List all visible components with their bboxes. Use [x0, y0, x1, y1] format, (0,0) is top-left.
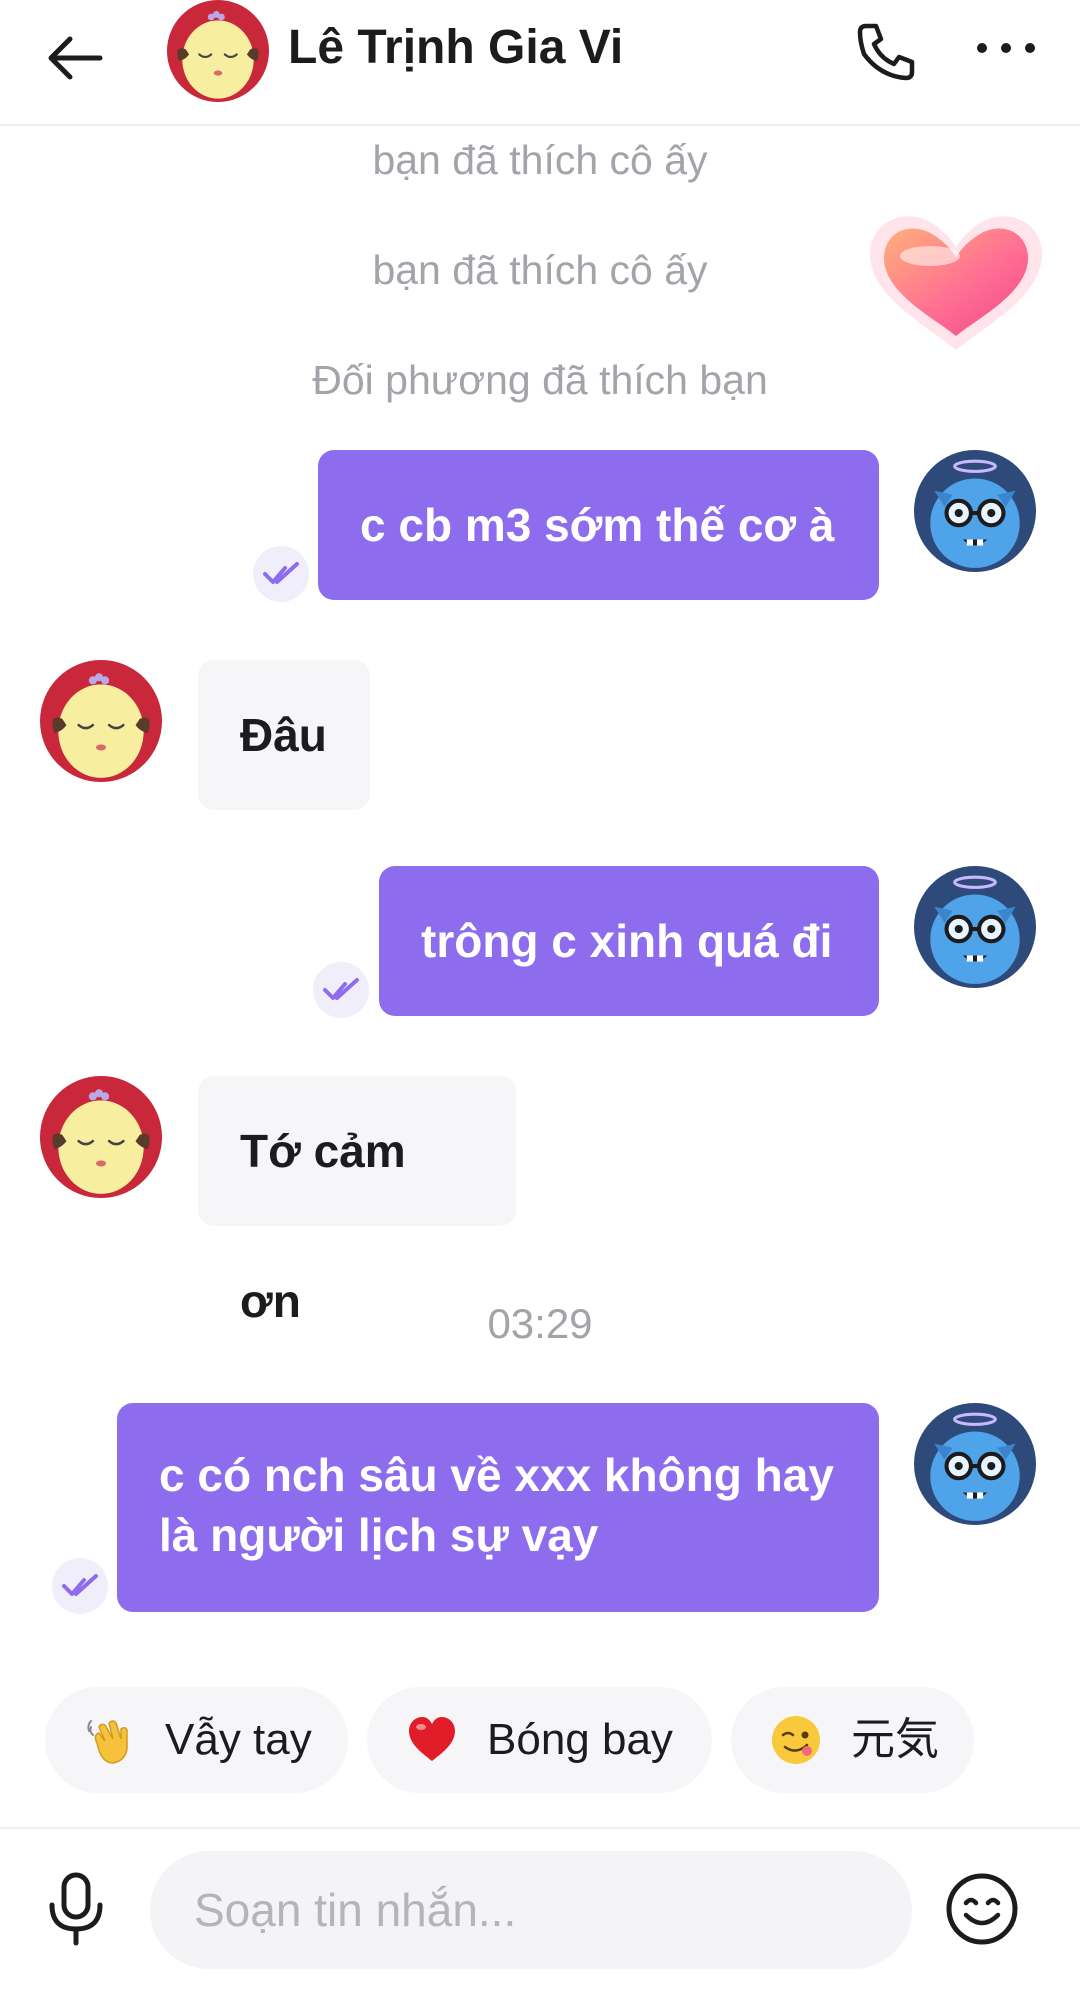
quick-reply-label: 元気: [851, 1715, 939, 1764]
more-options-button[interactable]: [970, 16, 1042, 88]
message-bubble-outgoing[interactable]: trông c xinh quá đi: [379, 866, 879, 1016]
my-avatar[interactable]: [914, 1403, 1036, 1525]
phone-icon: [857, 23, 915, 81]
my-avatar[interactable]: [914, 866, 1036, 988]
emoji-button[interactable]: [944, 1871, 1020, 1947]
message-bubble-incoming[interactable]: Tớ cảm ơn: [198, 1076, 516, 1327]
contact-name[interactable]: Lê Trịnh Gia Vi: [288, 18, 623, 78]
contact-avatar[interactable]: [40, 1076, 162, 1198]
read-receipt-icon: [313, 962, 369, 1018]
system-notice: Đối phương đã thích bạn: [312, 357, 768, 403]
call-button[interactable]: [850, 16, 922, 88]
message-input[interactable]: [150, 1851, 912, 1969]
quick-reply-label: Vẫy tay: [165, 1715, 312, 1764]
system-notice: bạn đã thích cô ấy: [372, 137, 708, 183]
waving-hand-icon: [83, 1713, 137, 1767]
contact-avatar[interactable]: [167, 0, 269, 102]
back-button[interactable]: [40, 22, 112, 94]
message-text: c cb m3 sớm thế cơ à: [360, 499, 835, 551]
voice-message-button[interactable]: [40, 1869, 112, 1949]
heart-icon: [869, 216, 1043, 350]
winking-face-icon: [769, 1713, 823, 1767]
quick-reply-chip[interactable]: Bóng bay: [367, 1687, 712, 1793]
contact-avatar[interactable]: [40, 660, 162, 782]
quick-reply-label: Bóng bay: [487, 1715, 673, 1764]
quick-reply-chip[interactable]: 元気: [731, 1687, 974, 1793]
microphone-icon: [49, 1872, 103, 1946]
message-bubble-outgoing[interactable]: c có nch sâu về xxx không hay là người l…: [117, 1403, 879, 1612]
message-text-line: c có nch sâu về xxx không hay: [159, 1449, 834, 1501]
message-composer: [0, 1827, 1080, 1989]
heart-sticker: [860, 200, 1052, 358]
message-bubble-incoming[interactable]: Đâu: [198, 660, 370, 810]
timestamp: 03:29: [487, 1300, 593, 1347]
chat-header: Lê Trịnh Gia Vi: [0, 0, 1080, 126]
message-text: Đâu: [240, 709, 327, 761]
red-heart-icon: [405, 1713, 459, 1767]
message-text: trông c xinh quá đi: [421, 915, 833, 967]
my-avatar[interactable]: [914, 450, 1036, 572]
smiley-icon: [946, 1873, 1018, 1945]
arrow-left-icon: [48, 36, 103, 80]
read-receipt-icon: [52, 1558, 108, 1614]
message-text-line: là người lịch sự vạy: [159, 1509, 599, 1561]
message-text: Tớ cảm ơn: [240, 1125, 406, 1327]
quick-reply-chip[interactable]: Vẫy tay: [45, 1687, 348, 1793]
message-bubble-outgoing[interactable]: c cb m3 sớm thế cơ à: [318, 450, 879, 600]
read-receipt-icon: [253, 546, 309, 602]
more-dots-icon: [977, 43, 1035, 53]
